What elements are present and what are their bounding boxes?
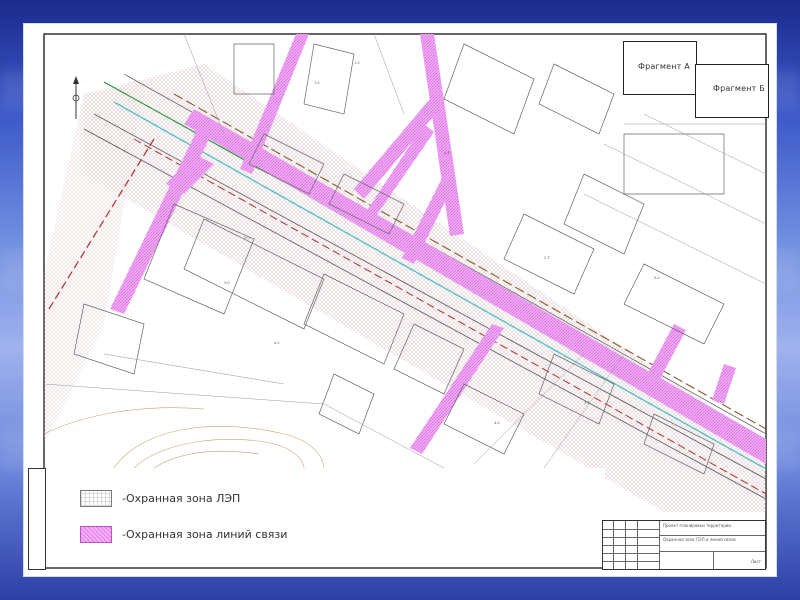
stamp-title: Проект планировки территории [663,523,731,528]
svg-text:2.7: 2.7 [544,256,550,260]
compass-rose-icon [72,76,80,119]
comm-zone-main [184,109,766,464]
svg-text:3.0: 3.0 [224,281,230,285]
fragment-a-label: Фрагмент А [638,62,690,71]
power-line-zone-swatch [80,490,112,507]
title-block-stamp: Проект планировки территории Охранная зо… [602,520,766,570]
stamp-sheet-name: Охранная зона ЛЭП и линий связи [663,537,736,542]
legend-label-lep: -Охранная зона ЛЭП [122,492,241,505]
contour-lines [43,407,325,469]
svg-text:4.0: 4.0 [494,421,500,425]
comm-zone-branch [712,364,736,404]
stamp-sheet-label: Лист [750,559,761,564]
svg-text:4.3: 4.3 [444,151,450,155]
legend-label-comm: -Охранная зона линий связи [122,528,288,541]
map-legend: -Охранная зона ЛЭП -Охранная зона линий … [50,468,605,562]
side-stamp [28,468,46,570]
slide-canvas: 1.5 1.5 5.0 4.3 5.0 2.7 4.0 3.5 3.0 4.2 … [24,24,776,576]
legend-item-lep: -Охранная зона ЛЭП [80,490,240,507]
svg-text:4.2: 4.2 [274,341,280,345]
svg-text:5.0: 5.0 [654,276,660,280]
stamp-grid [603,521,660,569]
fragment-b-label: Фрагмент Б [713,84,765,93]
legend-item-comm: -Охранная зона линий связи [80,526,287,543]
svg-text:3.5: 3.5 [584,401,590,405]
svg-text:5.0: 5.0 [244,236,250,240]
svg-text:1.5: 1.5 [314,81,320,85]
comm-zone-branch [354,94,444,199]
svg-text:1.5: 1.5 [354,61,360,65]
comm-line-zone-swatch [80,526,112,543]
